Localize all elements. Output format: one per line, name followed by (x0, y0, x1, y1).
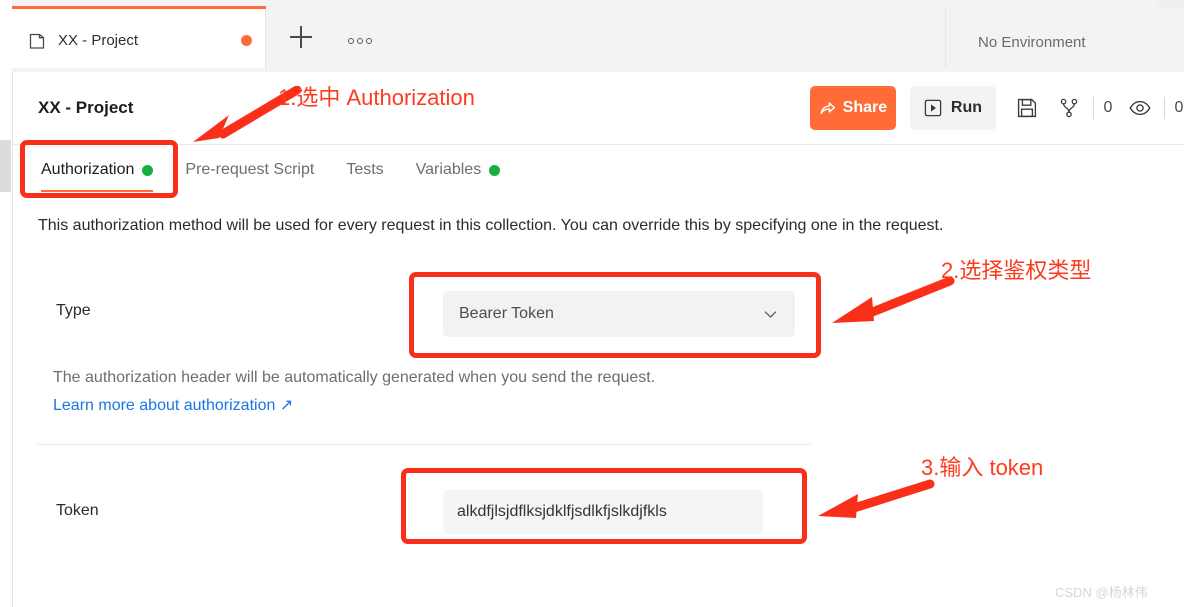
play-icon (924, 99, 942, 117)
tab-authorization[interactable]: Authorization (38, 144, 169, 196)
workspace-tab-xx-project[interactable]: XX - Project (12, 6, 266, 72)
run-button-label: Run (950, 99, 982, 116)
tab-more-options-icon[interactable] (348, 38, 372, 44)
environment-selector[interactable]: No Environment (978, 34, 1086, 51)
authorization-hint: The authorization header will be automat… (53, 369, 656, 386)
learn-more-link[interactable]: Learn more about authorization ↗ (53, 395, 293, 415)
auth-type-select[interactable]: Bearer Token (443, 291, 795, 337)
collection-icon (29, 33, 45, 49)
tab-tests[interactable]: Tests (330, 144, 399, 196)
fork-icon (1060, 98, 1078, 118)
environment-divider (945, 6, 946, 72)
collection-actions: Share Run 0 0 (809, 86, 1184, 130)
tab-variables[interactable]: Variables (400, 144, 517, 196)
watch-count: 0 (1174, 99, 1184, 116)
authorization-description: This authorization method will be used f… (38, 217, 944, 234)
tab-variables-label: Variables (415, 161, 482, 178)
authorization-status-dot (142, 164, 154, 176)
token-input[interactable]: alkdfjlsjdflksjdklfjsdlkfjslkdjfkls (443, 490, 763, 534)
section-divider (38, 444, 810, 445)
save-icon (1017, 98, 1037, 118)
collection-editor: XX - Project Share Run 0 0 Authorization… (13, 72, 1184, 607)
new-tab-button[interactable] (290, 26, 312, 48)
type-field-label: Type (56, 302, 91, 319)
variables-status-dot (489, 164, 501, 176)
page-title: XX - Project (38, 98, 134, 117)
sidebar-edge (0, 0, 13, 607)
run-button[interactable]: Run (909, 86, 996, 130)
postman-window: XX - Project No Environment XX - Project… (0, 0, 1184, 607)
watch-count-divider (1164, 97, 1165, 119)
chevron-down-icon (764, 310, 777, 318)
token-field-label: Token (56, 502, 99, 519)
watch-button[interactable] (1125, 93, 1155, 123)
top-right-chip (1158, 0, 1184, 8)
auth-type-value: Bearer Token (459, 305, 554, 322)
share-button[interactable]: Share (809, 86, 896, 130)
tab-tests-label: Tests (346, 161, 384, 178)
unsaved-changes-dot (241, 35, 252, 46)
tab-strip: XX - Project No Environment (12, 0, 1184, 72)
sidebar-scrollbar[interactable] (0, 140, 11, 192)
fork-count-divider (1093, 97, 1094, 119)
eye-icon (1129, 100, 1151, 116)
collection-tabs: Authorization Pre-request Script Tests V… (38, 144, 516, 196)
watch-meta: 0 (1125, 93, 1184, 123)
active-subtab-underline (41, 189, 154, 192)
share-button-label: Share (842, 99, 888, 116)
tab-label: XX - Project (58, 32, 139, 49)
fork-button[interactable] (1054, 93, 1084, 123)
tab-pre-request-script[interactable]: Pre-request Script (169, 144, 330, 196)
share-icon (820, 102, 835, 114)
tab-authorization-label: Authorization (41, 161, 135, 178)
save-button[interactable] (1012, 93, 1042, 123)
tab-pre-request-script-label: Pre-request Script (185, 161, 315, 178)
fork-meta: 0 (1054, 93, 1113, 123)
fork-count: 0 (1103, 99, 1113, 116)
